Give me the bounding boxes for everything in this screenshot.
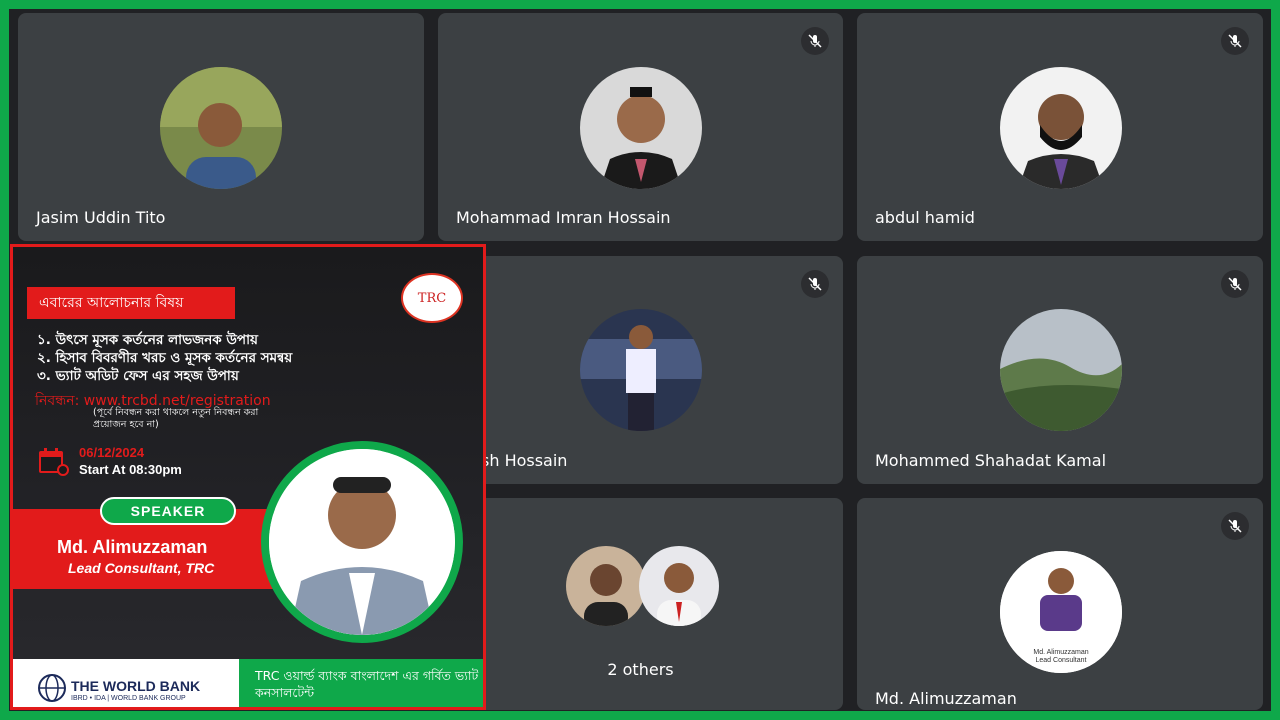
others-label: 2 others [607, 660, 674, 679]
avatar: Md. Alimuzzaman Lead Consultant [1000, 551, 1122, 673]
participant-tile[interactable]: sh Hossain [438, 256, 843, 484]
world-bank-subtitle: IBRD • IDA | WORLD BANK GROUP [71, 695, 186, 702]
calendar-icon [39, 448, 69, 476]
avatar [580, 309, 702, 431]
mic-off-icon [1221, 512, 1249, 540]
mic-off-icon [801, 270, 829, 298]
others-tile[interactable]: 2 others [438, 498, 843, 710]
mic-off-icon [801, 27, 829, 55]
speaker-name: Md. Alimuzzaman [57, 537, 208, 557]
globe-icon [38, 674, 66, 702]
registration-note: (পূর্বে নিবন্ধন করা থাকলে নতুন নিবন্ধন ক… [93, 407, 259, 430]
avatar [160, 67, 282, 189]
participant-tile[interactable]: Jasim Uddin Tito [18, 13, 424, 241]
event-date: 06/12/2024 [79, 445, 145, 460]
participant-name: abdul hamid [875, 208, 975, 227]
avatar-caption-role: Lead Consultant [1035, 657, 1087, 664]
presentation-poster: এবারের আলোচনার বিষয় TRC ১. উৎসে মূসক কর… [10, 244, 486, 710]
speaker-label: SPEAKER [100, 497, 236, 525]
mic-off-icon [1221, 270, 1249, 298]
speaker-title: Lead Consultant, TRC [68, 560, 215, 576]
participant-name: sh Hossain [481, 451, 568, 470]
avatar [566, 546, 646, 626]
footer-text: TRC ওয়ার্ল্ড ব্যাংক বাংলাদেশ এর গর্বিত … [239, 659, 483, 707]
event-start-time: Start At 08:30pm [79, 462, 182, 477]
avatar [639, 546, 719, 626]
avatar-caption-name: Md. Alimuzzaman [1033, 649, 1089, 656]
participant-name: Jasim Uddin Tito [36, 208, 166, 227]
participant-tile[interactable]: Mohammed Shahadat Kamal [857, 256, 1263, 484]
topic-header: এবারের আলোচনার বিষয় [27, 287, 235, 319]
participant-tile[interactable]: Mohammad Imran Hossain [438, 13, 843, 241]
speaker-photo [261, 441, 463, 643]
avatar [1000, 309, 1122, 431]
participant-tile[interactable]: abdul hamid [857, 13, 1263, 241]
participant-name: Mohammed Shahadat Kamal [875, 451, 1107, 470]
world-bank-title: THE WORLD BANK [71, 678, 201, 694]
avatar [1000, 67, 1122, 189]
participant-name: Md. Alimuzzaman [875, 689, 1017, 708]
topic-item: ৩. ভ্যাট অডিট ফেস এর সহজ উপায় [37, 368, 239, 384]
trc-logo: TRC [401, 273, 463, 323]
mic-off-icon [1221, 27, 1249, 55]
avatar [580, 67, 702, 189]
participant-tile[interactable]: Md. Alimuzzaman Lead Consultant Md. Alim… [857, 498, 1263, 710]
participant-name: Mohammad Imran Hossain [456, 208, 671, 227]
